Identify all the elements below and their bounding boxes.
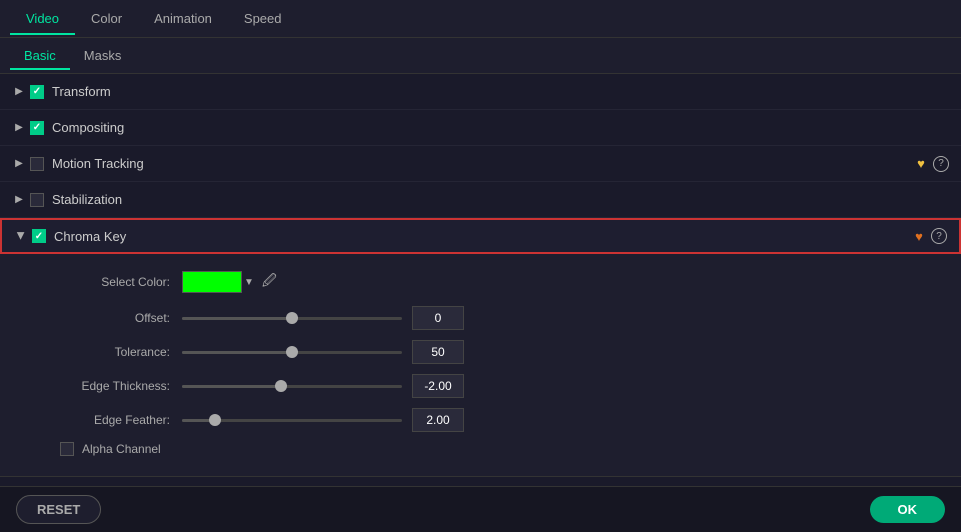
transform-section-row[interactable]: ▶ Transform <box>0 74 961 110</box>
offset-track <box>182 317 402 320</box>
offset-row: Offset: 0 <box>60 306 931 330</box>
chroma-key-checkbox[interactable] <box>32 229 46 243</box>
eyedropper-icon[interactable]: 🖉 <box>262 270 277 294</box>
ok-button[interactable]: OK <box>870 496 946 523</box>
motion-tracking-checkbox[interactable] <box>30 157 44 171</box>
chroma-key-panel: Select Color: ▼ 🖉 Offset: 0 Tolerance: <box>0 254 961 477</box>
alpha-channel-checkbox[interactable] <box>60 442 74 456</box>
motion-tracking-help-icon[interactable]: ? <box>933 156 949 172</box>
edge-thickness-slider[interactable] <box>182 385 402 388</box>
edge-thickness-label: Edge Thickness: <box>60 379 170 393</box>
sub-tab-basic[interactable]: Basic <box>10 42 70 69</box>
stabilization-section-row[interactable]: ▶ Stabilization <box>0 182 961 218</box>
tolerance-fill <box>182 351 292 354</box>
compositing-checkbox[interactable] <box>30 121 44 135</box>
footer: RESET OK <box>0 486 961 532</box>
chroma-key-section-row[interactable]: ▶ Chroma Key ♥ ? <box>0 218 961 254</box>
alpha-channel-row: Alpha Channel <box>60 442 931 456</box>
edge-feather-row: Edge Feather: 2.00 <box>60 408 931 432</box>
tolerance-slider[interactable] <box>182 351 402 354</box>
edge-thickness-value[interactable]: -2.00 <box>412 374 464 398</box>
offset-thumb[interactable] <box>286 312 298 324</box>
select-color-row: Select Color: ▼ 🖉 <box>60 270 931 294</box>
tolerance-value[interactable]: 50 <box>412 340 464 364</box>
transform-checkbox[interactable] <box>30 85 44 99</box>
reset-button[interactable]: RESET <box>16 495 101 524</box>
color-dropdown-arrow[interactable]: ▼ <box>244 277 254 288</box>
offset-label: Offset: <box>60 311 170 325</box>
tab-color[interactable]: Color <box>75 3 138 34</box>
edge-thickness-track <box>182 385 402 388</box>
offset-fill <box>182 317 292 320</box>
edge-feather-track <box>182 419 402 422</box>
offset-slider[interactable] <box>182 317 402 320</box>
edge-thickness-fill <box>182 385 281 388</box>
chroma-key-heart-icon[interactable]: ♥ <box>911 228 927 244</box>
alpha-channel-label: Alpha Channel <box>82 442 161 456</box>
chroma-key-arrow-icon: ▶ <box>14 229 28 243</box>
motion-tracking-section-row[interactable]: ▶ Motion Tracking ♥ ? <box>0 146 961 182</box>
tab-video[interactable]: Video <box>10 3 75 34</box>
edge-feather-slider[interactable] <box>182 419 402 422</box>
tolerance-row: Tolerance: 50 <box>60 340 931 364</box>
motion-tracking-label: Motion Tracking <box>52 156 907 171</box>
color-swatch[interactable] <box>182 271 242 293</box>
edge-feather-value[interactable]: 2.00 <box>412 408 464 432</box>
compositing-arrow-icon: ▶ <box>12 121 26 135</box>
motion-tracking-arrow-icon: ▶ <box>12 157 26 171</box>
tolerance-track <box>182 351 402 354</box>
edge-feather-thumb[interactable] <box>209 414 221 426</box>
chroma-key-help-icon[interactable]: ? <box>931 228 947 244</box>
sub-tab-bar: Basic Masks <box>0 38 961 74</box>
tolerance-label: Tolerance: <box>60 345 170 359</box>
tab-bar: Video Color Animation Speed <box>0 0 961 38</box>
edge-feather-label: Edge Feather: <box>60 413 170 427</box>
stabilization-checkbox[interactable] <box>30 193 44 207</box>
compositing-label: Compositing <box>52 120 949 135</box>
chroma-key-label: Chroma Key <box>54 229 905 244</box>
select-color-label: Select Color: <box>60 275 170 289</box>
compositing-section-row[interactable]: ▶ Compositing <box>0 110 961 146</box>
edge-thickness-thumb[interactable] <box>275 380 287 392</box>
tab-animation[interactable]: Animation <box>138 3 228 34</box>
content-area: ▶ Transform ▶ Compositing ▶ Motion Track… <box>0 74 961 486</box>
motion-tracking-heart-icon[interactable]: ♥ <box>913 156 929 172</box>
tab-speed[interactable]: Speed <box>228 3 298 34</box>
edge-thickness-row: Edge Thickness: -2.00 <box>60 374 931 398</box>
stabilization-arrow-icon: ▶ <box>12 193 26 207</box>
transform-label: Transform <box>52 84 949 99</box>
stabilization-label: Stabilization <box>52 192 949 207</box>
transform-arrow-icon: ▶ <box>12 85 26 99</box>
sub-tab-masks[interactable]: Masks <box>70 42 136 69</box>
tolerance-thumb[interactable] <box>286 346 298 358</box>
offset-value[interactable]: 0 <box>412 306 464 330</box>
